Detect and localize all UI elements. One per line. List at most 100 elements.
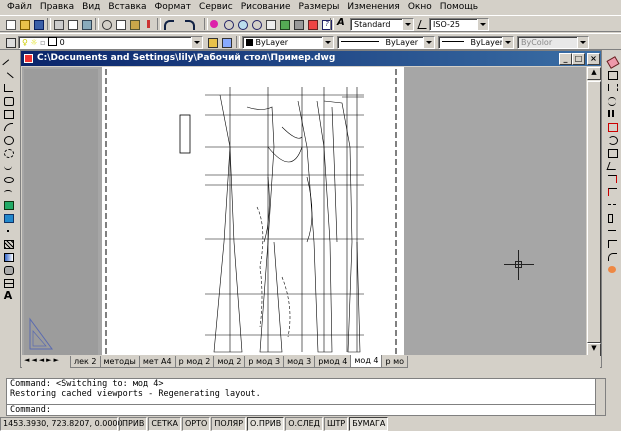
layout-tab[interactable]: мод 2 bbox=[213, 356, 246, 368]
extend-icon[interactable] bbox=[606, 186, 618, 197]
layout-tab[interactable]: р мо bbox=[381, 356, 409, 368]
point-icon[interactable] bbox=[2, 225, 14, 236]
revision-cloud-icon[interactable] bbox=[2, 147, 14, 158]
paper-space-canvas[interactable] bbox=[22, 67, 586, 355]
menu-item-2[interactable]: Вид bbox=[78, 0, 104, 14]
multiline-text-icon[interactable]: A bbox=[2, 290, 14, 301]
undo-icon[interactable] bbox=[162, 18, 180, 30]
table-icon[interactable] bbox=[2, 277, 14, 288]
preview-icon[interactable] bbox=[66, 18, 78, 30]
lineweight-select[interactable]: ByLayer bbox=[438, 36, 514, 49]
fillet-icon[interactable] bbox=[606, 251, 618, 262]
menu-item-5[interactable]: Сервис bbox=[195, 0, 237, 14]
scroll-up-button[interactable]: ▲ bbox=[587, 67, 601, 80]
chamfer-icon[interactable] bbox=[606, 238, 618, 249]
menu-item-3[interactable]: Вставка bbox=[104, 0, 150, 14]
layout-tab[interactable]: мет А4 bbox=[138, 356, 176, 368]
layer-select[interactable]: ♀ ☼ ▫ 0 bbox=[18, 36, 203, 49]
menu-item-6[interactable]: Рисование bbox=[237, 0, 295, 14]
status-toggle-button[interactable]: СЕТКА bbox=[148, 417, 181, 431]
trim-icon[interactable] bbox=[606, 173, 618, 184]
layout-tab[interactable]: лек 2 bbox=[70, 356, 101, 368]
status-toggle-button[interactable]: ОРТО bbox=[182, 417, 211, 431]
circle-icon[interactable] bbox=[2, 134, 14, 145]
tab-scroll-arrows[interactable]: ◄◄◄►► bbox=[24, 356, 61, 364]
menu-item-0[interactable]: Файл bbox=[3, 0, 36, 14]
layout-tab[interactable]: методы bbox=[99, 356, 140, 368]
status-toggle-button[interactable]: ШТР bbox=[323, 417, 349, 431]
zoom-window-icon[interactable] bbox=[236, 18, 248, 30]
explode-icon[interactable] bbox=[606, 264, 618, 275]
make-block-icon[interactable] bbox=[2, 212, 14, 223]
color-select[interactable]: ByLayer bbox=[242, 36, 334, 49]
ellipse-arc-icon[interactable] bbox=[2, 186, 14, 197]
scale-icon[interactable] bbox=[606, 147, 618, 158]
pan-icon[interactable] bbox=[208, 18, 220, 30]
layout-tab[interactable]: мод 4 bbox=[350, 355, 383, 368]
menu-item-10[interactable]: Помощь bbox=[436, 0, 482, 14]
rotate-icon[interactable] bbox=[606, 134, 618, 145]
match-properties-icon[interactable] bbox=[142, 18, 154, 30]
print-icon[interactable] bbox=[52, 18, 64, 30]
move-icon[interactable] bbox=[606, 121, 618, 132]
minimize-button[interactable]: _ bbox=[559, 53, 572, 65]
linetype-select[interactable]: ByLayer bbox=[337, 36, 435, 49]
arc-icon[interactable] bbox=[2, 121, 14, 132]
text-style-select[interactable]: Standard bbox=[350, 18, 414, 31]
stretch-icon[interactable] bbox=[606, 160, 619, 171]
layer-manager-icon[interactable] bbox=[4, 36, 16, 48]
menu-item-1[interactable]: Правка bbox=[36, 0, 78, 14]
copy-icon[interactable] bbox=[114, 18, 126, 30]
status-toggle-button[interactable]: О.СЛЕД bbox=[285, 417, 323, 431]
open-icon[interactable] bbox=[18, 18, 30, 30]
scroll-thumb[interactable] bbox=[587, 81, 601, 343]
spline-icon[interactable] bbox=[2, 160, 14, 171]
status-toggle-button[interactable]: ПРИВ bbox=[119, 417, 148, 431]
line-icon[interactable] bbox=[2, 56, 14, 71]
construction-line-icon[interactable] bbox=[2, 69, 14, 84]
zoom-realtime-icon[interactable] bbox=[222, 18, 234, 30]
zoom-previous-icon[interactable] bbox=[250, 18, 262, 30]
rectangle-icon[interactable] bbox=[2, 108, 14, 119]
ellipse-icon[interactable] bbox=[2, 173, 14, 184]
cut-icon[interactable] bbox=[100, 18, 112, 30]
paste-icon[interactable] bbox=[128, 18, 140, 30]
dim-style-select[interactable]: ISO-25 bbox=[429, 18, 489, 31]
menu-item-8[interactable]: Изменения bbox=[343, 0, 403, 14]
break-icon[interactable] bbox=[606, 212, 618, 223]
layout-tab[interactable]: р мод 3 bbox=[244, 356, 285, 368]
polygon-icon[interactable] bbox=[2, 95, 14, 106]
markup-icon[interactable] bbox=[306, 18, 318, 30]
close-button[interactable]: × bbox=[587, 53, 600, 65]
layout-tab[interactable]: р мод 2 bbox=[174, 356, 215, 368]
status-toggle-button[interactable]: ПОЛЯР bbox=[211, 417, 247, 431]
save-icon[interactable] bbox=[32, 18, 44, 30]
menu-item-9[interactable]: Окно bbox=[404, 0, 436, 14]
text-style-icon[interactable]: A bbox=[336, 18, 348, 30]
new-icon[interactable] bbox=[4, 18, 16, 30]
status-toggle-button[interactable]: О.ПРИВ bbox=[247, 417, 285, 431]
offset-icon[interactable] bbox=[606, 95, 618, 106]
hatch-icon[interactable] bbox=[2, 238, 14, 249]
gradient-icon[interactable] bbox=[2, 251, 14, 262]
status-toggle-button[interactable]: БУМАГА bbox=[349, 417, 389, 431]
region-icon[interactable] bbox=[2, 264, 14, 275]
menu-item-7[interactable]: Размеры bbox=[295, 0, 344, 14]
publish-icon[interactable] bbox=[80, 18, 92, 30]
mirror-icon[interactable] bbox=[606, 82, 618, 93]
join-icon[interactable] bbox=[606, 225, 618, 236]
design-center-icon[interactable] bbox=[278, 18, 290, 30]
vertical-scrollbar[interactable]: ▲ ▼ bbox=[587, 67, 601, 356]
erase-icon[interactable] bbox=[606, 56, 620, 69]
polyline-icon[interactable] bbox=[2, 82, 14, 93]
break-at-point-icon[interactable] bbox=[606, 199, 618, 210]
tool-palettes-icon[interactable] bbox=[292, 18, 304, 30]
copy-object-icon[interactable] bbox=[606, 69, 618, 80]
command-scrollbar[interactable] bbox=[595, 379, 605, 415]
redo-icon[interactable] bbox=[183, 18, 201, 30]
make-layer-current-icon[interactable] bbox=[206, 36, 218, 48]
layout-tab[interactable]: мод 3 bbox=[283, 356, 316, 368]
insert-block-icon[interactable] bbox=[2, 199, 14, 210]
dim-style-icon[interactable] bbox=[417, 18, 430, 30]
array-icon[interactable] bbox=[606, 108, 618, 119]
